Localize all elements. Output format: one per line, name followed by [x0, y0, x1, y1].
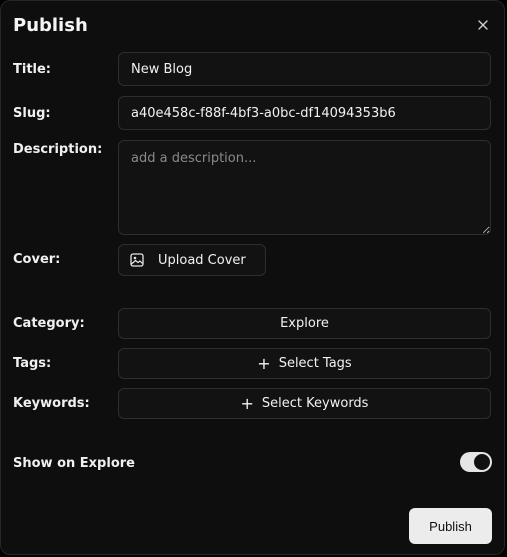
title-label: Title: — [13, 62, 52, 77]
keywords-label: Keywords: — [13, 396, 90, 411]
plus-icon: + — [257, 353, 271, 373]
tags-label: Tags: — [13, 356, 52, 371]
select-tags-button[interactable]: + Select Tags — [118, 348, 491, 379]
category-select[interactable]: Explore — [118, 308, 491, 339]
publish-button[interactable]: Publish — [409, 508, 492, 544]
dialog-title: Publish — [13, 15, 88, 36]
slug-input[interactable] — [118, 96, 491, 130]
slug-label: Slug: — [13, 106, 51, 121]
close-icon[interactable] — [475, 17, 491, 33]
toggle-knob — [474, 454, 490, 470]
show-on-explore-label: Show on Explore — [13, 456, 135, 471]
category-value: Explore — [280, 316, 329, 331]
description-textarea[interactable] — [118, 140, 491, 235]
description-label: Description: — [13, 142, 103, 157]
show-on-explore-toggle[interactable] — [460, 452, 492, 472]
title-input[interactable] — [118, 52, 491, 86]
image-icon — [130, 253, 144, 267]
upload-cover-button[interactable]: Upload Cover — [118, 244, 266, 276]
plus-icon: + — [240, 393, 254, 413]
select-keywords-button[interactable]: + Select Keywords — [118, 388, 491, 419]
publish-dialog: Publish Title: Slug: Description: Cover:… — [0, 0, 505, 555]
select-keywords-label: Select Keywords — [261, 396, 369, 411]
select-tags-label: Select Tags — [278, 356, 352, 371]
category-label: Category: — [13, 316, 85, 331]
cover-label: Cover: — [13, 252, 61, 267]
upload-cover-label: Upload Cover — [158, 252, 246, 268]
